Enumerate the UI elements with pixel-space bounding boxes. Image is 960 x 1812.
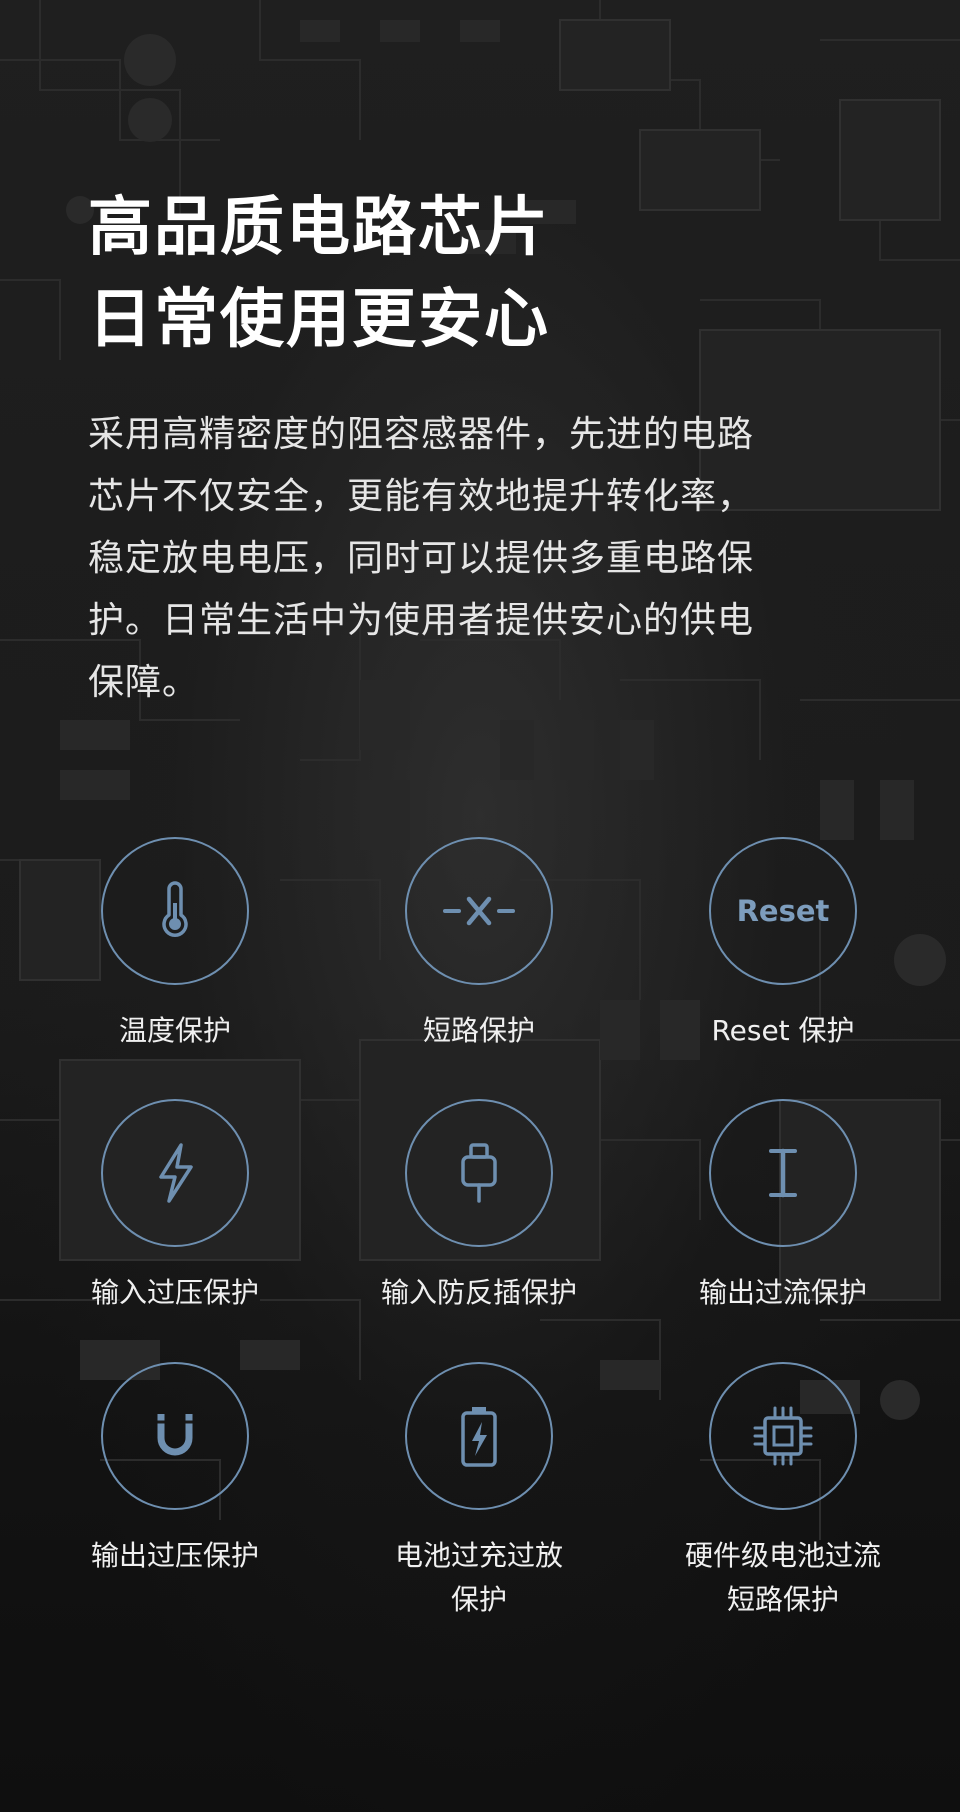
- plug-icon: [461, 1143, 497, 1203]
- magnet-icon: [157, 1414, 193, 1456]
- lightning-icon: [159, 1143, 193, 1203]
- headline: 高品质电路芯片 日常使用更安心: [88, 182, 550, 366]
- feature-label: 短路保护: [422, 1014, 535, 1047]
- thermometer-icon: [162, 881, 188, 937]
- feature-ring: [101, 1099, 249, 1247]
- headline-line-1: 高品质电路芯片: [88, 191, 550, 265]
- feature-ring: [709, 1362, 857, 1510]
- description: 采用高精密度的阻容感器件，先进的电路 芯片不仅安全，更能有效地提升转化率， 稳定…: [88, 404, 888, 714]
- product-feature-page: 高品质电路芯片 日常使用更安心 采用高精密度的阻容感器件，先进的电路 芯片不仅安…: [0, 0, 960, 1812]
- description-line-1: 采用高精密度的阻容感器件，先进的电路: [88, 414, 755, 455]
- feature-output-overcurrent-protection: 输出过流保护: [643, 1099, 923, 1315]
- feature-output-overvoltage-protection: 输出过压保护: [35, 1362, 315, 1578]
- feature-input-overvoltage-protection: 输入过压保护: [35, 1099, 315, 1315]
- feature-short-circuit-protection: 短路保护: [339, 837, 619, 1053]
- description-line-3: 稳定放电电压，同时可以提供多重电路保: [88, 538, 755, 579]
- feature-temperature-protection: 温度保护: [35, 837, 315, 1053]
- feature-ring: Reset: [709, 837, 857, 985]
- reset-icon: Reset: [736, 894, 830, 928]
- chip-icon: [753, 1406, 813, 1466]
- feature-label: 输出过压保护: [90, 1539, 259, 1572]
- feature-ring: [405, 1099, 553, 1247]
- description-line-2: 芯片不仅安全，更能有效地提升转化率，: [88, 476, 755, 517]
- headline-line-2: 日常使用更安心: [88, 283, 550, 357]
- current-icon: [769, 1148, 797, 1198]
- feature-battery-protection: 电池过充过放 保护: [339, 1362, 619, 1622]
- feature-label: 输出过流保护: [698, 1276, 867, 1309]
- feature-hardware-battery-protection: 硬件级电池过流 短路保护: [643, 1362, 923, 1622]
- feature-label: 硬件级电池过流 短路保护: [684, 1539, 881, 1616]
- description-line-5: 保障。: [88, 662, 200, 703]
- feature-ring: [709, 1099, 857, 1247]
- feature-label: 输入防反插保护: [380, 1276, 577, 1309]
- feature-label: Reset 保护: [711, 1014, 855, 1047]
- feature-label: 温度保护: [118, 1014, 231, 1047]
- feature-ring: [101, 837, 249, 985]
- feature-ring: [101, 1362, 249, 1510]
- feature-label: 电池过充过放 保护: [394, 1539, 563, 1616]
- feature-input-reverse-protection: 输入防反插保护: [339, 1099, 619, 1315]
- feature-label: 输入过压保护: [90, 1276, 259, 1309]
- feature-ring: [405, 837, 553, 985]
- feature-ring: [405, 1362, 553, 1510]
- feature-reset-protection: Reset Reset 保护: [643, 837, 923, 1053]
- battery-charge-icon: [461, 1407, 497, 1467]
- description-line-4: 护。日常生活中为使用者提供安心的供电: [88, 600, 755, 641]
- short-circuit-icon: [443, 896, 515, 926]
